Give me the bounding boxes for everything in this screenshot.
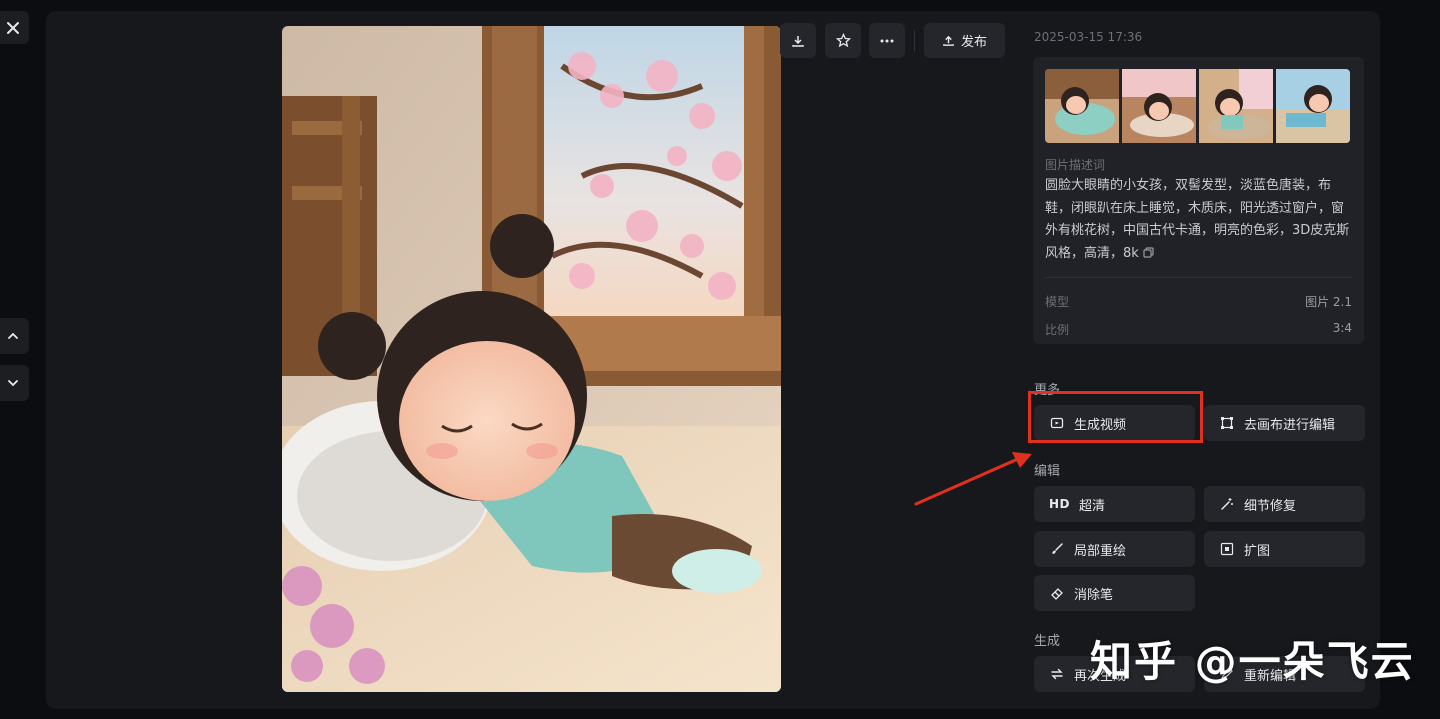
close-button[interactable] [0,11,29,44]
magic-wand-icon [1219,496,1235,512]
more-button[interactable] [869,23,905,58]
canvas-edit-button[interactable]: 去画布进行编辑 [1204,405,1365,441]
info-card: 图片描述词 圆脸大眼睛的小女孩，双髻发型，淡蓝色唐装，布鞋，闭眼趴在床上睡觉，木… [1033,57,1364,344]
close-icon [6,21,19,34]
refresh-icon [1049,666,1065,682]
thumbnail-1[interactable] [1045,69,1119,143]
thumbnail-3[interactable] [1199,69,1273,143]
star-icon [835,33,851,48]
download-icon [792,35,804,47]
watermark: 知乎 @一朵飞云 [1090,637,1415,686]
more-icon [880,39,894,42]
ratio-row: 比例 3:4 [1045,321,1352,338]
generated-image[interactable] [282,26,781,692]
favorite-button[interactable] [825,23,861,58]
model-value: 图片 2.1 [1305,295,1352,309]
annotation-highlight-box [1028,391,1203,443]
thumbnail-4[interactable] [1276,69,1350,143]
inpaint-button[interactable]: 局部重绘 [1034,531,1195,567]
chevron-down-icon [7,380,18,387]
description-label: 图片描述词 [1045,158,1106,172]
eraser-button[interactable]: 消除笔 [1034,575,1195,611]
chevron-up-icon [7,332,18,339]
section-edit-title: 编辑 [1034,464,1061,479]
hd-icon: HD [1049,497,1071,511]
toolbar-divider [914,30,915,51]
next-button[interactable] [0,365,29,401]
hd-button[interactable]: HD 超清 [1034,486,1195,522]
thumbnail-2[interactable] [1122,69,1196,143]
expand-label: 扩图 [1244,543,1271,559]
timestamp: 2025-03-15 17:36 [1034,30,1143,44]
canvas-icon [1219,415,1235,431]
ratio-value: 3:4 [1332,321,1352,335]
model-row: 模型 图片 2.1 [1045,293,1352,310]
eraser-icon [1049,585,1065,601]
expand-button[interactable]: 扩图 [1204,531,1365,567]
hd-label: 超清 [1079,498,1106,514]
section-generate-title: 生成 [1034,634,1061,649]
expand-icon [1219,541,1235,557]
thumbnail-strip [1045,69,1350,143]
publish-label: 发布 [960,35,987,50]
canvas-edit-label: 去画布进行编辑 [1244,417,1336,433]
model-key: 模型 [1045,295,1070,309]
ratio-key: 比例 [1045,323,1070,337]
brush-icon [1049,541,1065,557]
upload-icon [943,35,954,46]
annotation-arrow [914,452,1032,506]
previous-button[interactable] [0,318,29,354]
detail-fix-button[interactable]: 细节修复 [1204,486,1365,522]
detail-fix-label: 细节修复 [1244,498,1297,514]
description-text: 圆脸大眼睛的小女孩，双髻发型，淡蓝色唐装，布鞋，闭眼趴在床上睡觉，木质床，阳光透… [1045,175,1353,265]
description-content: 圆脸大眼睛的小女孩，双髻发型，淡蓝色唐装，布鞋，闭眼趴在床上睡觉，木质床，阳光透… [1045,178,1350,261]
publish-button[interactable]: 发布 [924,23,1005,58]
download-button[interactable] [780,23,816,58]
eraser-label: 消除笔 [1074,587,1114,603]
card-divider [1045,277,1352,278]
inpaint-label: 局部重绘 [1074,543,1127,559]
copy-icon[interactable] [1143,246,1154,258]
